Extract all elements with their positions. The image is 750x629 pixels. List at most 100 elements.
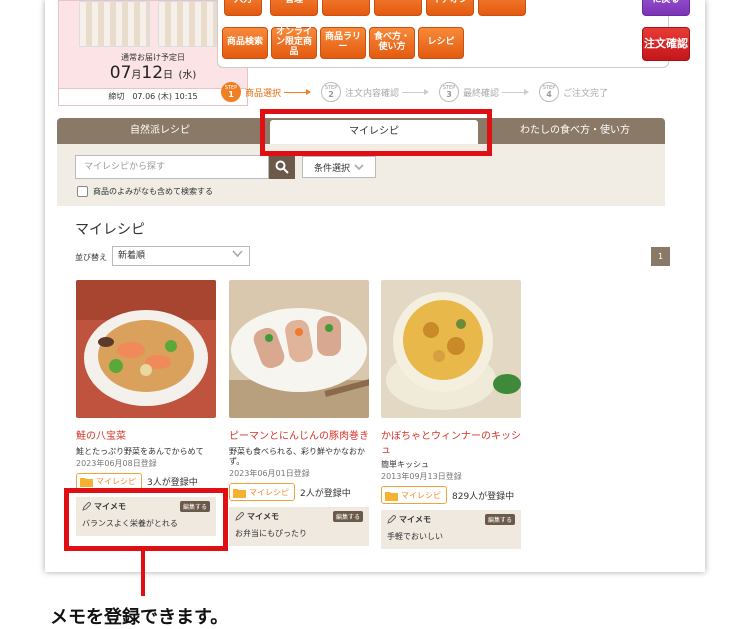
sort-label: 並び替え [75,253,107,262]
pencil-icon [387,515,396,525]
browser-frame: 通常お届け予定日 07月12日 (水) 締切 07.06 (木) 10:15 入… [45,0,705,572]
recipe-description: 野菜も食べられる、彩り鮮やかなおかず。 [229,446,365,466]
memo-header: マイメモ 編集する [235,511,363,523]
pencil-icon [235,512,244,522]
checkbox-label: 商品のよみがなも含めて検索する [93,187,213,196]
memo-edit-button[interactable]: 編集する [332,511,363,523]
my-recipe-label: マイレシピ [96,477,136,487]
registration-count: 829人が登録中 [452,491,515,502]
registration-row: マイレシピ 829人が登録中 [381,486,521,505]
memo-highlight [64,488,228,551]
tab-natural-recipe[interactable]: 自然派レシピ [57,118,263,144]
how-to-eat-button[interactable]: 食べ方・使い方 [369,27,415,59]
order-confirm-button[interactable]: 注文確認 [642,27,690,61]
step-3: STEP 3 最終確認 [439,82,531,102]
memo-text: お弁当にもぴったり [235,529,307,539]
folder-icon [80,478,93,488]
step-2: STEP 2 注文内容確認 [321,82,431,102]
memo-edit-button[interactable]: 編集する [484,514,515,526]
delivery-day: 12 [141,63,164,83]
sort-value: 新着順 [118,251,146,261]
my-recipe-button[interactable]: マイレシピ [229,483,295,502]
step-1-circle: STEP 1 [221,82,241,102]
page-title: マイレシピ [75,222,145,238]
recipe-date: 2023年06月08日登録 [76,458,157,468]
registration-count: 2人が登録中 [300,488,351,499]
tab-how-to-eat[interactable]: わたしの食べ方・使い方 [485,118,665,144]
my-memo-box: マイメモ 編集する お弁当にもぴったり [229,507,369,547]
month-unit: 月 [131,70,142,81]
recipe-image[interactable] [381,280,521,418]
search-icon [275,160,289,174]
step-2-circle: STEP 2 [321,82,342,102]
catalog-thumbnails[interactable] [79,1,229,47]
step-label: 商品選択 [245,88,282,99]
recipe-title[interactable]: かぼちゃとウィンナーのキッシュ [381,430,521,457]
menu-top-button-4[interactable] [374,0,422,16]
memo-header: マイメモ 編集する [387,514,515,526]
search-button[interactable] [269,155,295,179]
sort-select[interactable]: 新着順 [112,246,250,266]
order-deadline: 締切 07.06 (木) 10:15 [59,88,247,105]
recipe-description: 鮭とたっぷり野菜をあんでからめて [76,446,204,456]
online-limited-button[interactable]: オンライン限定商品 [271,27,317,59]
memo-title: マイメモ [387,514,431,525]
step-arrow [502,88,530,95]
step-4: STEP 4 ご注文完了 [539,82,608,102]
step-label: ご注文完了 [563,88,609,99]
step-label: 最終確認 [463,88,500,99]
recipe-description: 簡単キッシュ [381,460,429,469]
reading-search-option[interactable]: 商品のよみがなも含めて検索する [77,186,213,197]
condition-select-button[interactable]: 条件選択 [302,156,376,178]
menu-top-button-6[interactable] [478,0,526,16]
recipe-title[interactable]: 鮭の八宝菜 [76,430,216,444]
registration-count: 3人が登録中 [147,478,198,489]
chevron-down-icon [354,163,364,170]
condition-label: 条件選択 [313,163,350,174]
recipe-image[interactable] [76,280,216,418]
step-num: 1 [228,89,234,99]
menu-top-button-3[interactable] [322,0,370,16]
recipe-date: 2013年09月13日登録 [381,472,462,482]
catalog-thumb-1[interactable] [79,1,150,47]
step-num: 2 [328,89,334,99]
recipe-image[interactable] [229,280,375,418]
registration-row: マイレシピ 2人が登録中 [229,483,369,502]
global-menu: 入力 管理 イチオシ に戻る 商品検索 オンライン限定商品 商品ラリー 食べ方・… [217,0,690,68]
delivery-weekday: (水) [178,70,197,81]
product-search-button[interactable]: 商品検索 [222,27,268,59]
reading-checkbox[interactable] [77,186,88,197]
recipe-card: かぼちゃとウィンナーのキッシュ 簡単キッシュ 2013年09月13日登録 マイレ… [381,280,521,550]
my-memo-box: マイメモ 編集する 手軽でおいしい [381,510,521,550]
callout-line [141,548,145,596]
recipe-button[interactable]: レシピ [418,27,464,59]
step-arrow [284,88,312,95]
menu-top-button-2[interactable]: 管理 [270,0,318,16]
recipe-card: ピーマンとにんじんの豚肉巻き 野菜も食べられる、彩り鮮やかなおかず。 2023年… [229,280,375,547]
product-rally-button[interactable]: 商品ラリー [320,27,366,59]
memo-title: マイメモ [235,511,279,522]
menu-top-button-1[interactable]: 入力 [224,0,262,16]
memo-text: 手軽でおいしい [387,532,443,542]
search-input[interactable]: マイレシピから探す [75,155,269,179]
back-button[interactable]: に戻る [642,0,690,16]
folder-icon [385,491,398,501]
recipe-title[interactable]: ピーマンとにんじんの豚肉巻き [229,430,369,444]
step-num: 4 [546,89,552,99]
step-4-circle: STEP 4 [539,82,560,102]
my-recipe-tab-highlight [260,109,492,156]
recipe-date: 2023年06月01日登録 [229,469,310,479]
memo-label: マイメモ [247,512,279,522]
step-num: 3 [446,89,452,99]
menu-top-button-5[interactable]: イチオシ [426,0,474,16]
step-label: 注文内容確認 [345,88,400,99]
pagination-page-1[interactable]: 1 [651,247,670,266]
step-arrow [402,88,430,95]
day-unit: 日 [163,70,174,81]
folder-icon [233,488,246,498]
memo-label: マイメモ [399,515,431,525]
chevron-down-icon [232,250,243,258]
my-recipe-button[interactable]: マイレシピ [381,486,447,505]
my-recipe-label: マイレシピ [249,487,289,497]
annotation-caption: メモを登録できます。 [50,607,229,628]
